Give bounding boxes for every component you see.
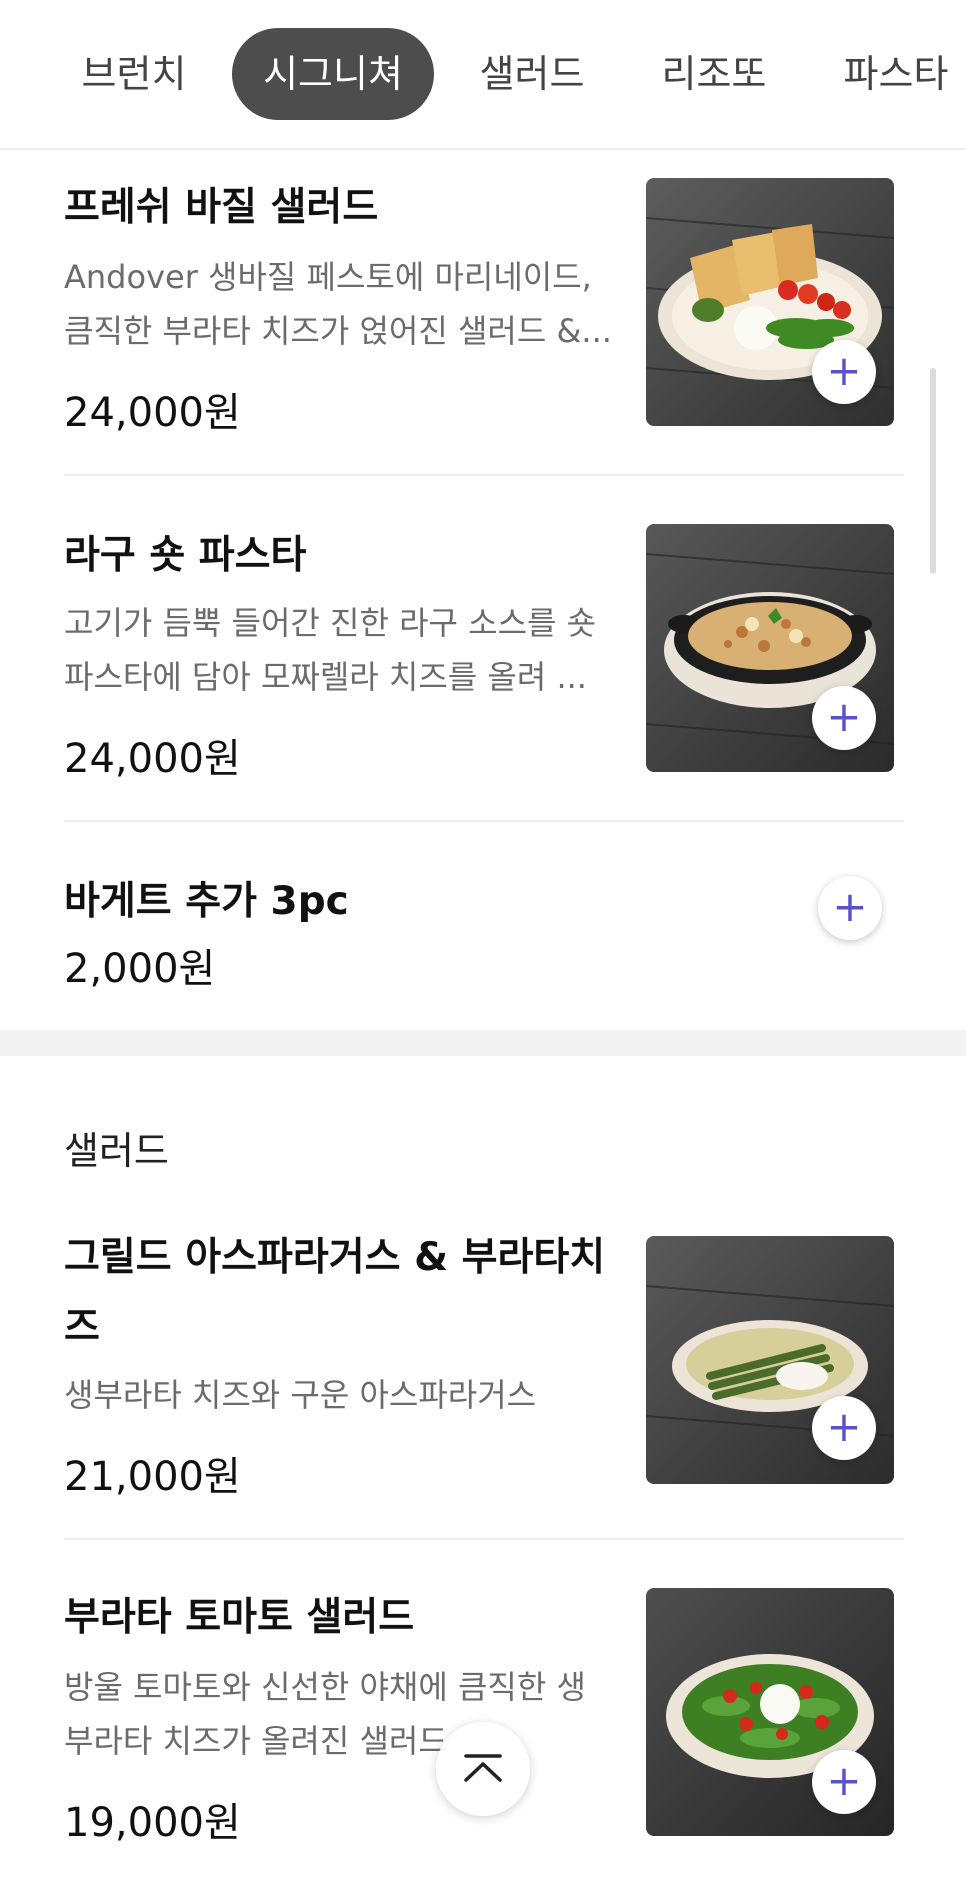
scrollbar-thumb[interactable]: [930, 368, 936, 574]
add-to-cart-button[interactable]: +: [812, 686, 876, 750]
menu-page: 브런치 시그니쳐 샐러드 리조또 파스타 프레쉬 바질 샐러드 Andover …: [0, 0, 966, 1880]
section-divider: [0, 1030, 966, 1056]
item-description: 방울 토마토와 신선한 야채에 큼직한 생 부라타 치즈가 올려진 샐러드: [64, 1668, 586, 1760]
item-title: 그릴드 아스파라거스 & 부라타치: [64, 1235, 606, 1280]
divider: [64, 1538, 904, 1540]
add-to-cart-button[interactable]: +: [818, 876, 882, 940]
tab-brunch[interactable]: 브런치: [64, 28, 204, 120]
item-description: 생부라타 치즈와 구운 아스파라거스: [64, 1376, 537, 1414]
section-title-salad: 샐러드: [64, 1129, 169, 1173]
item-title: 바게트 추가 3pc: [64, 879, 349, 924]
item-title-continued: 즈: [64, 1305, 100, 1350]
item-price: 24,000원: [64, 736, 241, 782]
chevron-up-icon: [464, 1754, 502, 1782]
divider: [64, 474, 904, 476]
item-price: 2,000원: [64, 946, 216, 992]
item-price: 21,000원: [64, 1454, 241, 1500]
item-price: 19,000원: [64, 1800, 241, 1846]
add-to-cart-button[interactable]: +: [812, 1750, 876, 1814]
tab-pasta[interactable]: 파스타: [826, 28, 966, 120]
add-to-cart-button[interactable]: +: [812, 1396, 876, 1460]
divider: [64, 820, 904, 822]
add-to-cart-button[interactable]: +: [812, 340, 876, 404]
item-description: 고기가 듬뿍 들어간 진한 라구 소스를 숏 파스타에 담아 모짜렐라 치즈를 …: [64, 604, 597, 696]
tab-signature[interactable]: 시그니쳐: [232, 28, 434, 120]
item-price: 24,000원: [64, 390, 241, 436]
scroll-to-top-button[interactable]: [436, 1722, 530, 1816]
tab-risotto[interactable]: 리조또: [644, 28, 784, 120]
item-title: 라구 숏 파스타: [64, 533, 307, 578]
category-tab-bar: 브런치 시그니쳐 샐러드 리조또 파스타: [0, 0, 966, 150]
item-title: 부라타 토마토 샐러드: [64, 1595, 415, 1640]
item-title: 프레쉬 바질 샐러드: [64, 185, 379, 230]
item-description: Andover 생바질 페스토에 마리네이드, 큼직한 부라타 치즈가 얹어진 …: [64, 258, 612, 350]
tab-salad[interactable]: 샐러드: [462, 28, 602, 120]
